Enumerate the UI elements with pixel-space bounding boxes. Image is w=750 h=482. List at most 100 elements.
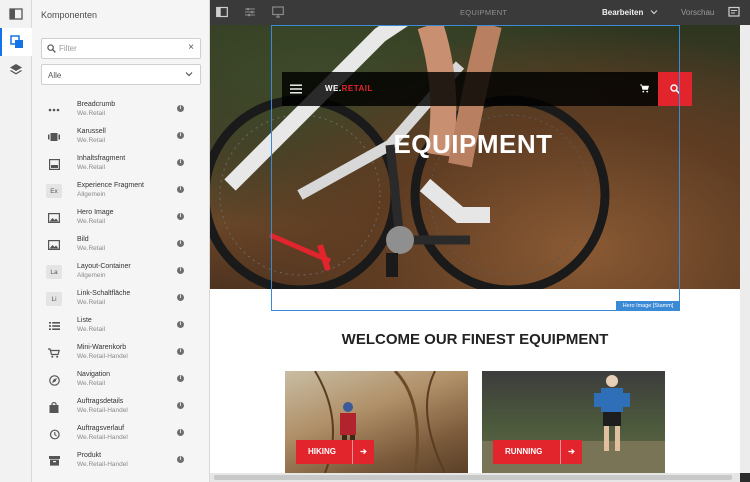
- category-card-hiking[interactable]: HIKING ➔: [285, 371, 468, 473]
- item-group: We.Retail: [77, 245, 106, 252]
- cart-icon: [46, 346, 62, 360]
- list-item-navigation[interactable]: Navigation We.Retail i: [32, 367, 198, 394]
- list-item-order-details[interactable]: Auftragsdetails We.Retail-Handel i: [32, 394, 198, 421]
- badge-icon: Li: [46, 292, 62, 306]
- info-icon[interactable]: i: [177, 375, 184, 382]
- item-group: We.Retail: [77, 218, 106, 225]
- preview-button[interactable]: Vorschau: [681, 8, 714, 17]
- bag-icon: [46, 400, 62, 414]
- filter-field[interactable]: ×: [41, 38, 201, 59]
- compass-icon: [46, 373, 62, 387]
- list-item-product[interactable]: Produkt We.Retail-Handel i: [32, 448, 198, 475]
- list-item-inhaltsfragment[interactable]: Inhaltsfragment We.Retail i: [32, 151, 198, 178]
- list-item-experience-fragment[interactable]: Ex Experience Fragment Allgemein i: [32, 178, 198, 205]
- item-group: We.Retail: [77, 110, 106, 117]
- group-select[interactable]: Alle: [41, 64, 201, 85]
- dots-icon: [46, 103, 62, 117]
- list-item-mini-cart[interactable]: Mini-Warenkorb We.Retail-Handel i: [32, 340, 198, 367]
- canvas-vertical-scrollbar[interactable]: [740, 25, 750, 473]
- mode-selector[interactable]: Bearbeiten: [602, 8, 643, 17]
- arrow-right-icon: ➔: [352, 440, 374, 464]
- list-icon: [46, 319, 62, 333]
- item-name: Bild: [77, 236, 89, 243]
- carousel-icon: [46, 130, 62, 144]
- running-label: RUNNING: [505, 447, 543, 456]
- info-icon[interactable]: i: [177, 240, 184, 247]
- image-icon: [46, 238, 62, 252]
- properties-icon[interactable]: [244, 6, 256, 18]
- item-group: We.Retail-Handel: [77, 407, 128, 414]
- item-name: Karussell: [77, 128, 106, 135]
- canvas-horizontal-scrollbar[interactable]: [210, 473, 740, 482]
- item-group: We.Retail-Handel: [77, 353, 128, 360]
- components-icon: [10, 35, 23, 48]
- item-group: We.Retail: [77, 380, 106, 387]
- item-name: Mini-Warenkorb: [77, 344, 127, 351]
- box-icon: [46, 454, 62, 468]
- item-group: We.Retail: [77, 326, 106, 333]
- list-item-order-history[interactable]: Auftragsverlauf We.Retail-Handel i: [32, 421, 198, 448]
- info-icon[interactable]: i: [177, 429, 184, 436]
- list-item-breadcrumb[interactable]: Breadcrumb We.Retail i: [32, 97, 198, 124]
- history-icon: [46, 427, 62, 441]
- item-group: We.Retail-Handel: [77, 461, 128, 468]
- category-card-running[interactable]: RUNNING ➔: [482, 371, 665, 473]
- info-icon[interactable]: i: [177, 348, 184, 355]
- side-rail: [0, 0, 32, 482]
- info-icon[interactable]: i: [177, 213, 184, 220]
- item-name: Inhaltsfragment: [77, 155, 126, 162]
- info-icon[interactable]: i: [177, 132, 184, 139]
- item-group: We.Retail-Handel: [77, 434, 128, 441]
- info-icon[interactable]: i: [177, 321, 184, 328]
- running-button[interactable]: RUNNING ➔: [493, 440, 582, 464]
- info-icon[interactable]: i: [177, 186, 184, 193]
- scrollbar-thumb[interactable]: [214, 475, 732, 480]
- info-icon[interactable]: i: [177, 105, 184, 112]
- side-panel-icon[interactable]: [216, 6, 228, 18]
- info-icon[interactable]: i: [177, 267, 184, 274]
- item-name: Auftragsverlauf: [77, 425, 125, 432]
- list-item-bild[interactable]: Bild We.Retail i: [32, 232, 198, 259]
- fragment-icon: [46, 157, 62, 171]
- info-icon[interactable]: i: [177, 159, 184, 166]
- item-name: Navigation: [77, 371, 111, 378]
- editor-toolbar: EQUIPMENT Bearbeiten Vorschau: [210, 0, 750, 25]
- item-name: Experience Fragment: [77, 182, 144, 189]
- item-group: We.Retail: [77, 137, 106, 144]
- component-list: Breadcrumb We.Retail i Karussell We.Reta…: [32, 93, 198, 482]
- page-info-icon[interactable]: [728, 6, 740, 18]
- hiking-label: HIKING: [308, 447, 336, 456]
- info-icon[interactable]: i: [177, 456, 184, 463]
- layers-icon: [10, 64, 22, 75]
- component-selection-outline[interactable]: [271, 25, 680, 311]
- list-item-liste[interactable]: Liste We.Retail i: [32, 313, 198, 340]
- info-icon[interactable]: i: [177, 294, 184, 301]
- item-group: Allgemein: [77, 272, 106, 279]
- emulator-icon[interactable]: [272, 6, 284, 18]
- hiking-button[interactable]: HIKING ➔: [296, 440, 374, 464]
- item-name: Link-Schaltfläche: [77, 290, 131, 297]
- list-item-hero-image[interactable]: Hero Image We.Retail i: [32, 205, 198, 232]
- layers-tab[interactable]: [0, 56, 32, 84]
- chevron-down-icon: [185, 72, 193, 77]
- toggle-panel-button[interactable]: [0, 0, 32, 28]
- info-icon[interactable]: i: [177, 402, 184, 409]
- components-tab[interactable]: [0, 28, 32, 56]
- filter-input[interactable]: [59, 42, 179, 55]
- components-panel: Komponenten × Alle Breadcrumb We.Retail …: [32, 0, 229, 482]
- list-item-link-button[interactable]: Li Link-Schaltfläche We.Retail i: [32, 286, 198, 313]
- arrow-right-icon: ➔: [560, 440, 582, 464]
- list-item-karussell[interactable]: Karussell We.Retail i: [32, 124, 198, 151]
- group-select-value: Alle: [48, 71, 62, 80]
- search-icon: [47, 44, 56, 53]
- chevron-down-icon[interactable]: [650, 8, 658, 16]
- panel-title: Komponenten: [41, 10, 98, 20]
- item-name: Liste: [77, 317, 92, 324]
- badge-icon: La: [46, 265, 62, 279]
- badge-icon: Ex: [46, 184, 62, 198]
- list-item-layout-container[interactable]: La Layout-Container Allgemein i: [32, 259, 198, 286]
- item-group: We.Retail: [77, 164, 106, 171]
- clear-icon[interactable]: ×: [188, 42, 194, 53]
- item-name: Hero Image: [77, 209, 114, 216]
- page-title: EQUIPMENT: [460, 8, 508, 17]
